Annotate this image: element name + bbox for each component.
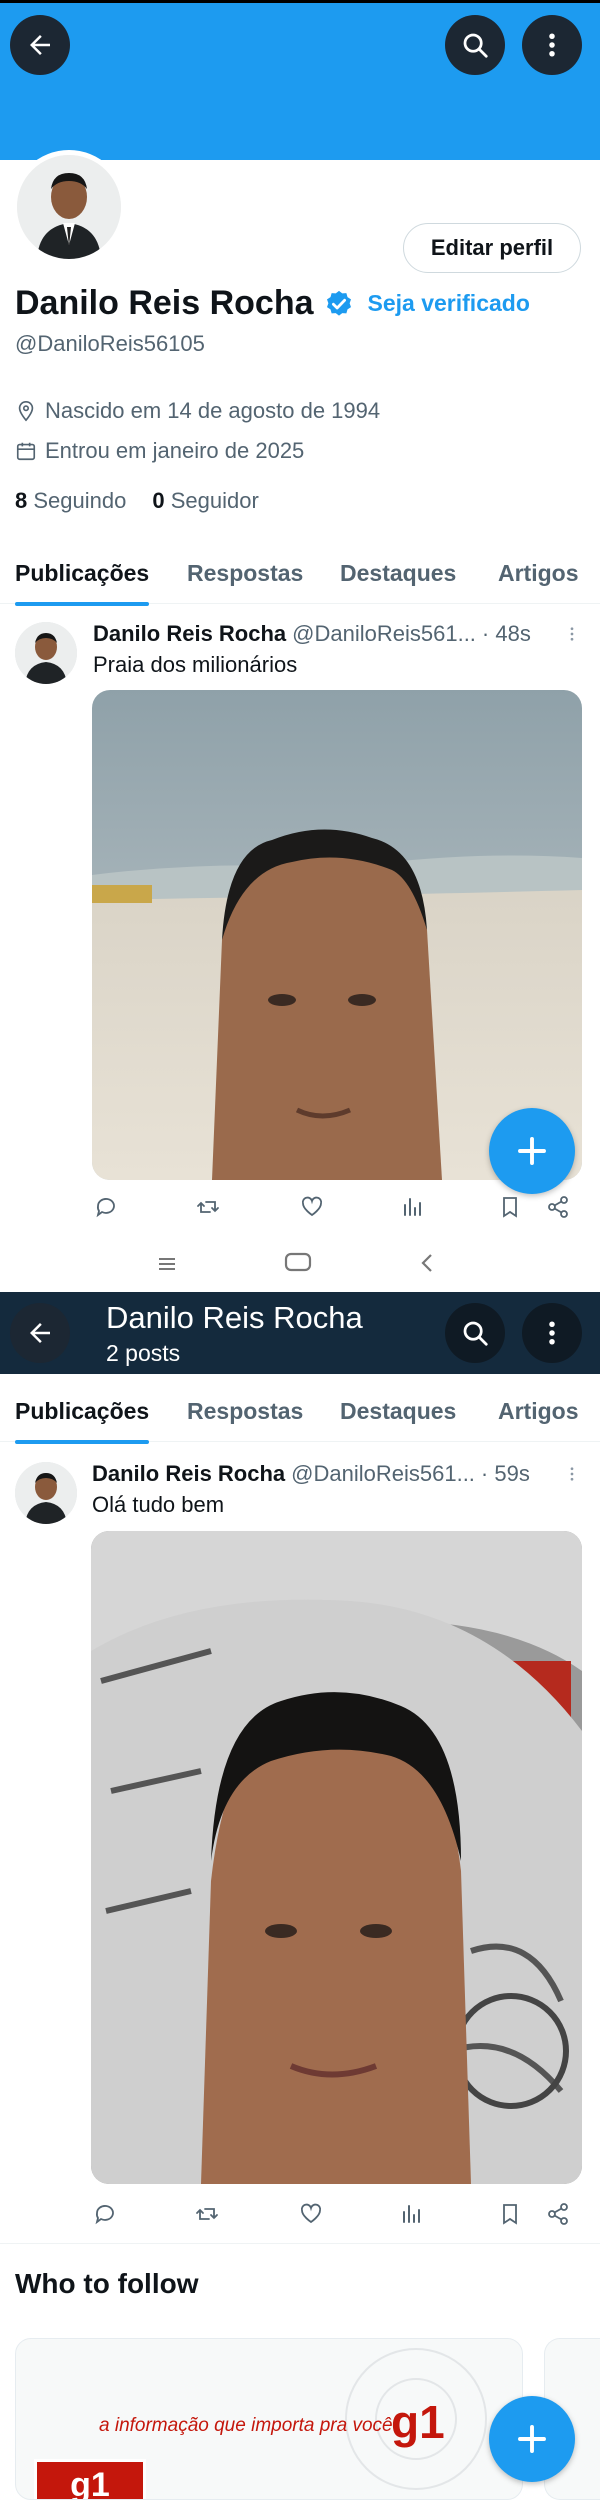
back-button[interactable] xyxy=(10,15,70,75)
following-link[interactable]: 8 Seguindo xyxy=(15,488,126,514)
more-vertical-icon xyxy=(549,33,555,57)
post-timestamp: · 48s xyxy=(481,621,531,646)
header-title: Danilo Reis Rocha xyxy=(106,1300,363,1335)
post-author-handle: @DaniloReis561... xyxy=(292,621,476,646)
retweet-icon[interactable] xyxy=(195,2202,219,2226)
system-back-icon[interactable] xyxy=(416,1251,440,1275)
tab-replies[interactable]: Respostas xyxy=(187,1380,303,1442)
post-image[interactable] xyxy=(92,690,582,1180)
profile-handle: @DaniloReis56105 xyxy=(15,331,205,356)
post-timestamp: · 59s xyxy=(480,1461,530,1486)
post-more-icon[interactable] xyxy=(563,1465,581,1483)
card-tagline: a informação que importa pra você xyxy=(99,2415,393,2436)
compose-button[interactable] xyxy=(489,2396,575,2482)
avatar-image xyxy=(15,622,77,684)
followers-count: 0 xyxy=(152,488,165,513)
avatar-image xyxy=(17,155,121,259)
post-more-icon[interactable] xyxy=(563,625,581,643)
bookmark-icon[interactable] xyxy=(498,1195,522,1219)
tab-posts[interactable]: Publicações xyxy=(15,542,150,606)
views-icon[interactable] xyxy=(399,2202,423,2226)
search-icon xyxy=(463,33,488,58)
plus-icon xyxy=(518,2425,546,2453)
back-arrow-icon xyxy=(30,1323,50,1343)
tab-replies[interactable]: Respostas xyxy=(187,542,303,604)
reply-icon[interactable] xyxy=(93,2202,117,2226)
tab-articles[interactable]: Artigos xyxy=(498,542,579,604)
post-image[interactable] xyxy=(91,1531,582,2184)
location-pin-icon xyxy=(18,401,34,422)
post-text: Praia dos milionários xyxy=(93,652,298,677)
recent-apps-icon[interactable] xyxy=(155,1252,179,1276)
retweet-icon[interactable] xyxy=(196,1195,220,1219)
share-icon[interactable] xyxy=(546,1195,570,1219)
profile-tabs: Publicações Respostas Destaques Artigos xyxy=(0,542,600,606)
avatar-image xyxy=(15,1462,77,1524)
verify-link[interactable]: Seja verificado xyxy=(368,290,530,317)
share-icon[interactable] xyxy=(546,2202,570,2226)
selfie-image xyxy=(91,1531,582,2184)
recommendation-card[interactable]: a informação que importa pra você g1 g1 xyxy=(15,2338,523,2500)
followers-label: Seguidor xyxy=(170,488,259,513)
beach-selfie-image xyxy=(92,690,582,1180)
tab-highlights[interactable]: Destaques xyxy=(340,1380,456,1442)
tab-articles[interactable]: Artigos xyxy=(498,1380,579,1442)
tab-highlights[interactable]: Destaques xyxy=(340,542,456,604)
post-author-name[interactable]: Danilo Reis Rocha xyxy=(92,1461,285,1487)
search-button[interactable] xyxy=(445,15,505,75)
sticky-header: Danilo Reis Rocha 2 posts xyxy=(0,1292,600,1374)
tab-posts[interactable]: Publicações xyxy=(15,1380,150,1444)
more-vertical-icon xyxy=(549,1321,555,1345)
plus-icon xyxy=(518,1137,546,1165)
back-arrow-icon xyxy=(30,35,50,55)
search-button[interactable] xyxy=(445,1303,505,1363)
post-text: Olá tudo bem xyxy=(92,1492,225,1517)
brand-avatar-label: g1 xyxy=(70,2466,110,2500)
join-date: Entrou em janeiro de 2025 xyxy=(45,438,305,463)
followers-link[interactable]: 0 Seguidor xyxy=(152,488,258,514)
search-icon xyxy=(463,1321,488,1346)
profile-tabs: Publicações Respostas Destaques Artigos xyxy=(0,1380,600,1444)
post-author-avatar[interactable] xyxy=(15,622,77,684)
more-options-button[interactable] xyxy=(522,15,582,75)
card-brand-logo: g1 xyxy=(391,2396,445,2448)
following-label: Seguindo xyxy=(33,488,127,513)
post-author-avatar[interactable] xyxy=(15,1462,77,1524)
home-icon[interactable] xyxy=(284,1250,312,1274)
profile-name: Danilo Reis Rocha xyxy=(15,284,314,322)
header-post-count: 2 posts xyxy=(106,1340,181,1366)
following-count: 8 xyxy=(15,488,28,513)
views-icon[interactable] xyxy=(400,1195,424,1219)
who-to-follow-title: Who to follow xyxy=(15,2268,199,2299)
compose-button[interactable] xyxy=(489,1108,575,1194)
bookmark-icon[interactable] xyxy=(498,2202,522,2226)
more-options-button[interactable] xyxy=(522,1303,582,1363)
brand-avatar[interactable]: g1 xyxy=(34,2459,146,2500)
edit-profile-button[interactable]: Editar perfil xyxy=(403,223,581,273)
divider xyxy=(0,2243,600,2244)
reply-icon[interactable] xyxy=(94,1195,118,1219)
post-author-handle: @DaniloReis561... xyxy=(291,1461,475,1486)
post-author-name[interactable]: Danilo Reis Rocha xyxy=(93,621,286,647)
like-icon[interactable] xyxy=(299,2202,323,2226)
profile-banner xyxy=(0,0,600,160)
birth-date: Nascido em 14 de agosto de 1994 xyxy=(45,398,381,423)
profile-avatar[interactable] xyxy=(12,150,126,264)
android-nav-bar xyxy=(0,1232,600,1292)
like-icon[interactable] xyxy=(300,1195,324,1219)
back-button[interactable] xyxy=(10,1303,70,1363)
verified-badge-icon xyxy=(326,290,351,316)
calendar-icon xyxy=(16,442,36,461)
